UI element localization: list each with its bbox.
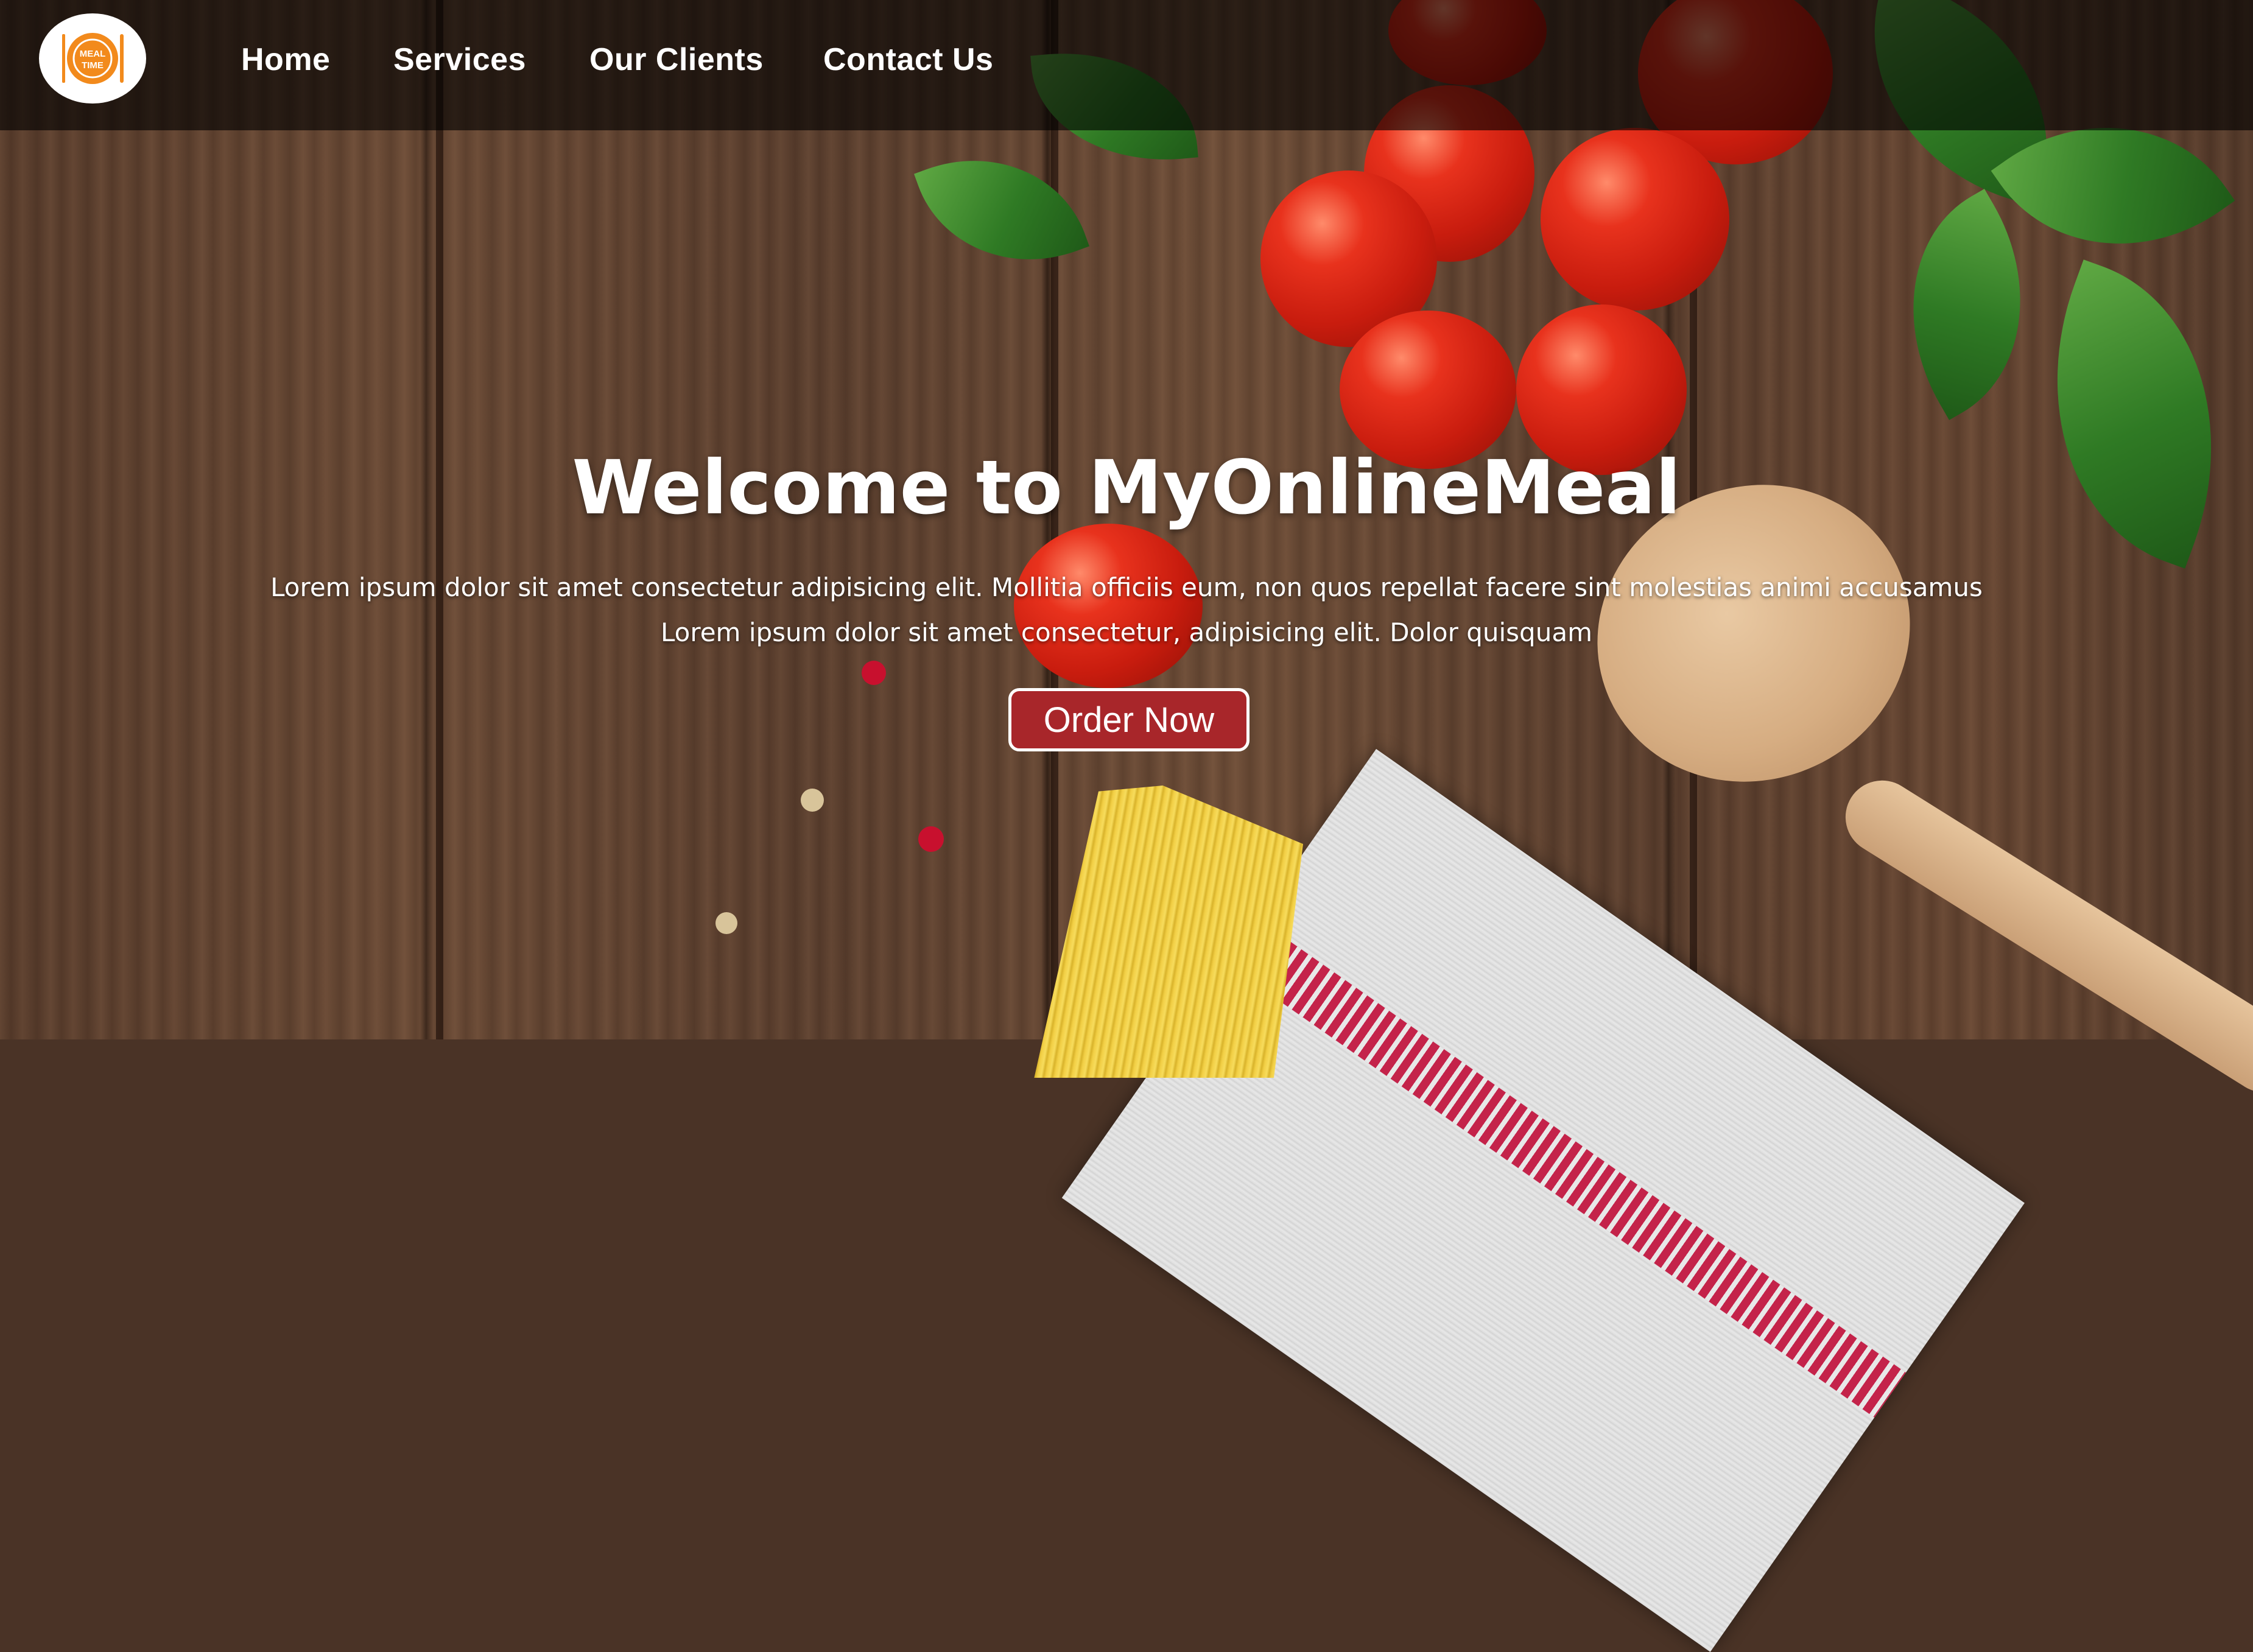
hero-description-line2: Lorem ipsum dolor sit amet consectetur, … [661, 617, 1592, 647]
tomato-image [1541, 128, 1729, 311]
nav-services-link[interactable]: Services [393, 41, 526, 78]
top-navbar: MEAL TIME Home Services Our Clients Cont… [0, 0, 2253, 130]
nav-home-link[interactable]: Home [241, 41, 330, 78]
peppercorn-image [715, 912, 737, 934]
peppercorn-image [918, 826, 944, 852]
peppercorn-image [862, 661, 886, 685]
peppercorn-image [801, 789, 824, 812]
nav-contact-us-link[interactable]: Contact Us [823, 41, 993, 78]
plate-fork-knife-icon: MEAL TIME [62, 33, 124, 84]
order-now-button[interactable]: Order Now [1008, 688, 1250, 751]
logo-text-line1: MEAL [80, 49, 106, 59]
hero-description-line1: Lorem ipsum dolor sit amet consectetur a… [270, 572, 1983, 602]
nav-our-clients-link[interactable]: Our Clients [589, 41, 764, 78]
logo[interactable]: MEAL TIME [39, 13, 146, 104]
logo-text-line2: TIME [82, 60, 104, 71]
tomato-image [1014, 524, 1203, 688]
hero-title: Welcome to MyOnlineMeal [572, 445, 1681, 531]
